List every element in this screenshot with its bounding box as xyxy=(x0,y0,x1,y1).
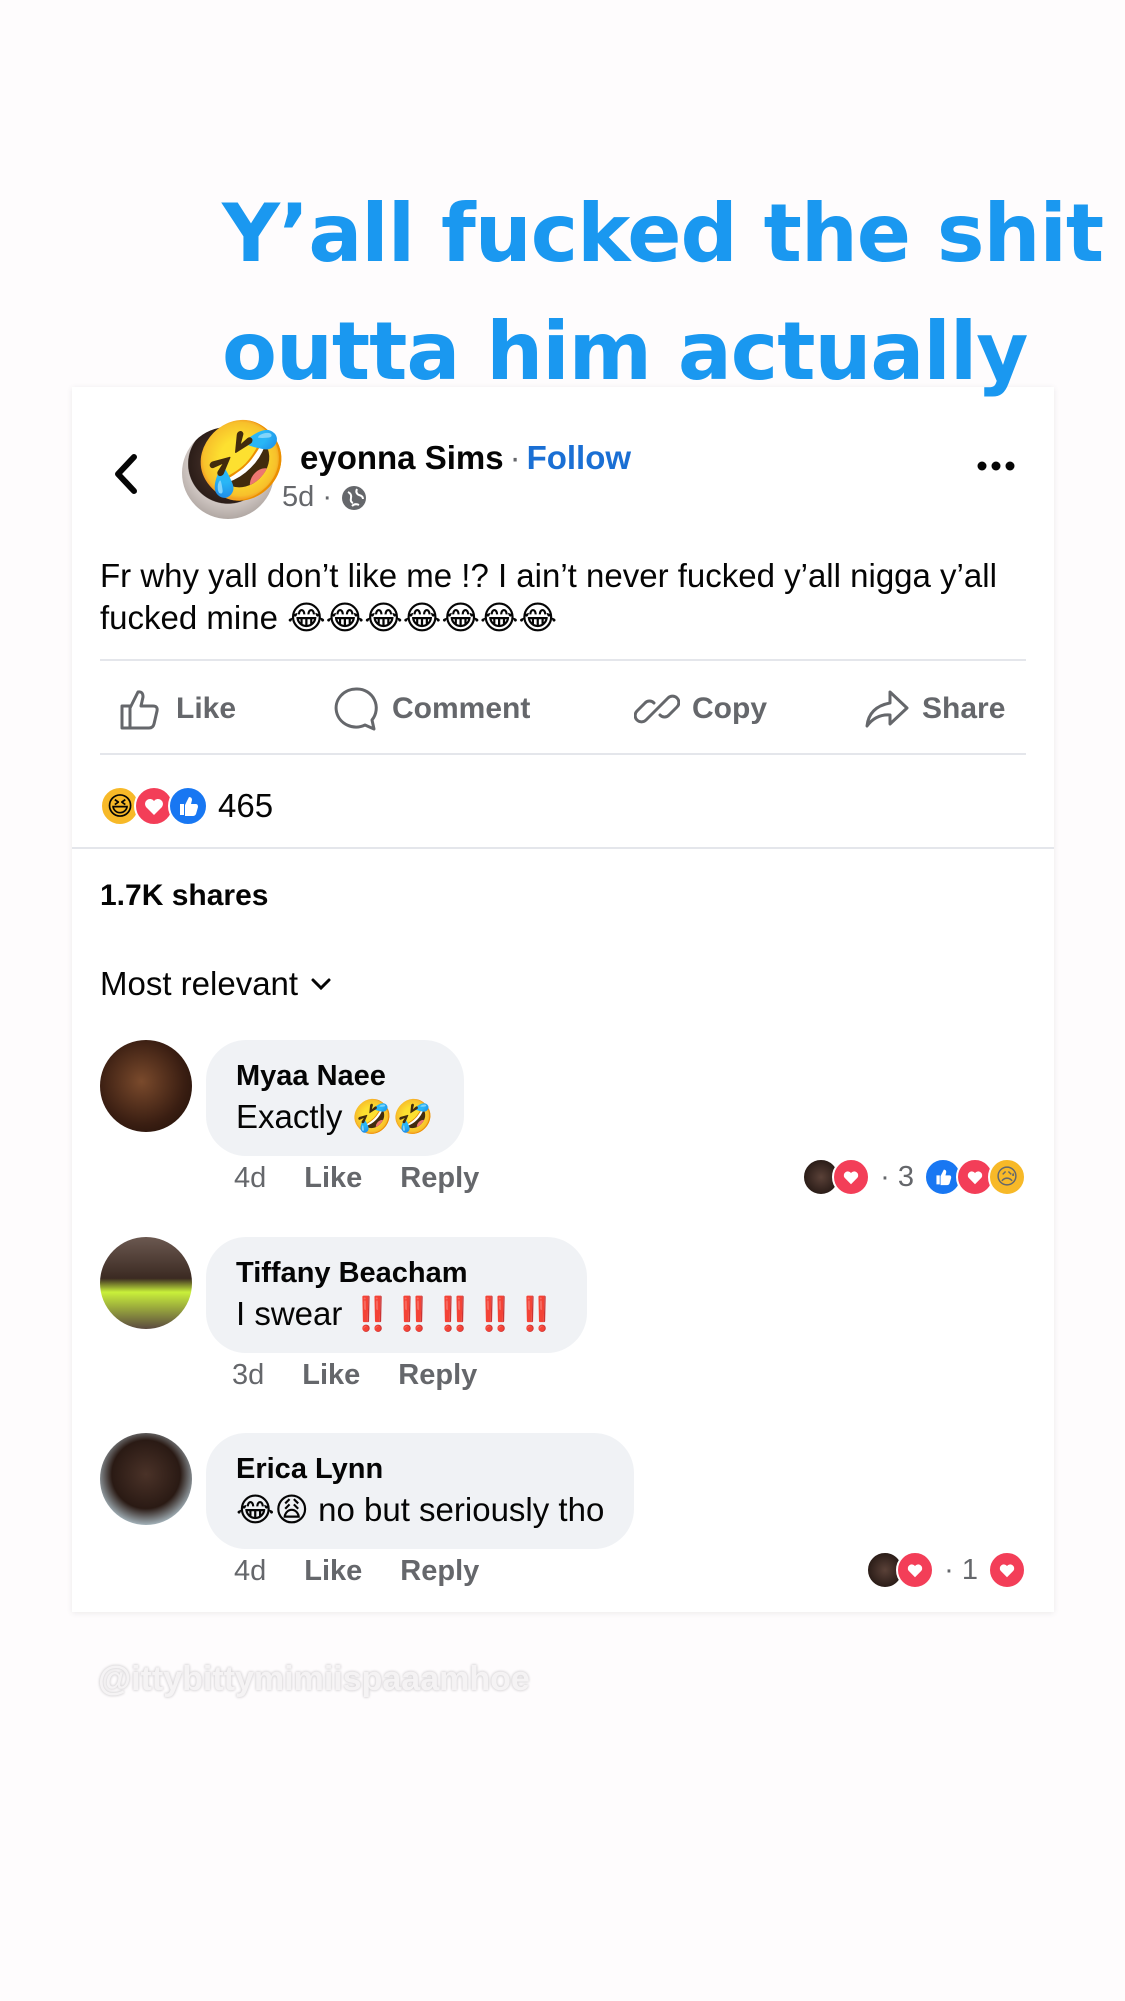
comment-text: Exactly 🤣🤣 xyxy=(236,1098,434,1135)
back-arrow-icon[interactable] xyxy=(108,449,144,499)
commenter-name[interactable]: Tiffany Beacham xyxy=(236,1255,557,1291)
more-options-icon[interactable] xyxy=(972,451,1020,481)
post-text: Fr why yall don’t like me !? I ain’t nev… xyxy=(100,557,997,636)
follow-button[interactable]: Follow xyxy=(527,439,631,476)
username-watermark: @ittybittymimiispaaamhoe xyxy=(98,1660,530,1698)
share-action-label: Share xyxy=(922,692,1006,725)
share-arrow-icon xyxy=(865,690,909,728)
author-line: eyonna Sims · Follow xyxy=(300,439,631,477)
love-reaction-icon xyxy=(832,1158,871,1196)
share-action-button[interactable]: Share xyxy=(864,659,1005,759)
copy-action-button[interactable]: Copy xyxy=(634,659,767,759)
chevron-down-icon xyxy=(311,978,331,991)
comment-reactions[interactable]: · 1 xyxy=(866,1551,1026,1589)
comment-reaction-count: · 3 xyxy=(880,1160,914,1193)
comment-bubble: Erica Lynn 😂😩 no but seriously tho xyxy=(206,1433,635,1549)
commenter-avatar[interactable] xyxy=(100,1433,192,1525)
shares-count[interactable]: 1.7K shares xyxy=(100,879,268,913)
section-divider xyxy=(72,847,1054,849)
comment-meta: 4d Like Reply xyxy=(234,1162,479,1195)
comment-reactions[interactable]: · 3 😥 xyxy=(802,1158,1026,1196)
thumbs-up-icon xyxy=(120,690,159,730)
comment-time: 3d xyxy=(232,1359,265,1391)
comment-reply-button[interactable]: Reply xyxy=(400,1555,479,1588)
copy-action-label: Copy xyxy=(692,692,767,725)
comment-text: I swear ‼️‼️‼️‼️‼️ xyxy=(236,1295,557,1332)
love-reaction-icon xyxy=(988,1551,1026,1589)
comment-item: Myaa Naee Exactly 🤣🤣 4d Like Reply · 3 😥 xyxy=(72,1040,1054,1210)
facebook-post-card: 🤣 eyonna Sims · Follow 5d · Fr why yall do… xyxy=(72,387,1054,1612)
comment-action-button[interactable]: Comment xyxy=(334,659,530,759)
love-reaction-icon xyxy=(896,1551,935,1589)
author-name[interactable]: eyonna Sims xyxy=(300,439,504,476)
like-reaction-icon xyxy=(168,786,208,826)
comment-time: 4d xyxy=(234,1162,267,1194)
comment-action-label: Comment xyxy=(392,692,531,725)
sort-label: Most relevant xyxy=(100,965,299,1002)
comment-item: Erica Lynn 😂😩 no but seriously tho 4d Li… xyxy=(72,1433,1054,1603)
comment-reply-button[interactable]: Reply xyxy=(398,1359,477,1392)
post-actions: Like Comment Copy Share xyxy=(72,659,1054,759)
story-caption: Y’all fucked the shit outta him actually xyxy=(222,187,1104,398)
rofl-sticker: 🤣 xyxy=(194,419,289,504)
reactions-summary[interactable]: 😆 465 xyxy=(100,782,273,830)
comment-reply-button[interactable]: Reply xyxy=(400,1162,479,1195)
commenter-avatar[interactable] xyxy=(100,1237,192,1329)
divider-bottom xyxy=(100,753,1026,755)
comment-like-button[interactable]: Like xyxy=(304,1162,362,1195)
comment-like-button[interactable]: Like xyxy=(304,1555,362,1588)
sad-reaction-icon: 😥 xyxy=(988,1158,1026,1196)
commenter-name[interactable]: Erica Lynn xyxy=(236,1451,604,1487)
author-separator: · xyxy=(509,439,521,476)
comment-like-button[interactable]: Like xyxy=(302,1359,360,1392)
comment-meta: 4d Like Reply xyxy=(234,1555,479,1588)
reaction-count: 465 xyxy=(218,787,274,824)
commenter-name[interactable]: Myaa Naee xyxy=(236,1058,434,1094)
post-meta: 5d · xyxy=(282,481,368,514)
like-action-label: Like xyxy=(176,692,237,725)
comment-text: 😂😩 no but seriously tho xyxy=(236,1491,605,1528)
globe-icon xyxy=(341,485,366,510)
comment-bubble: Myaa Naee Exactly 🤣🤣 xyxy=(206,1040,464,1156)
sort-dropdown[interactable]: Most relevant xyxy=(100,965,332,1003)
comment-reaction-count: · 1 xyxy=(944,1553,978,1586)
comment-meta: 3d Like Reply xyxy=(232,1359,477,1392)
like-action-button[interactable]: Like xyxy=(118,659,236,759)
commenter-avatar[interactable] xyxy=(100,1040,192,1132)
comment-bubble-icon xyxy=(334,687,378,731)
comment-bubble: Tiffany Beacham I swear ‼️‼️‼️‼️‼️ xyxy=(206,1237,587,1353)
comment-time: 4d xyxy=(234,1555,267,1587)
post-time: 5d · xyxy=(282,481,332,513)
link-chain-icon xyxy=(634,694,680,724)
comment-item: Tiffany Beacham I swear ‼️‼️‼️‼️‼️ 3d Li… xyxy=(72,1237,1054,1407)
